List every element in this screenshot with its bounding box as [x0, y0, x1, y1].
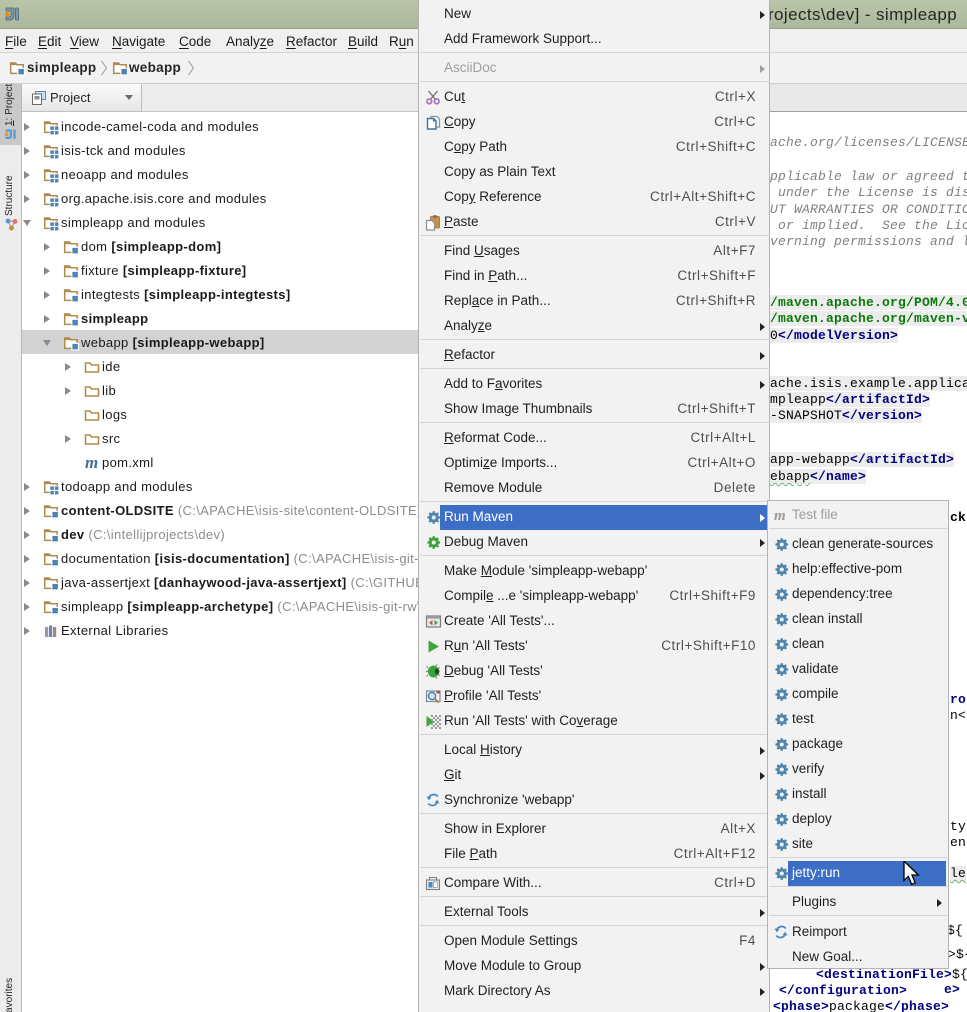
svg-text:m: m	[774, 508, 786, 524]
